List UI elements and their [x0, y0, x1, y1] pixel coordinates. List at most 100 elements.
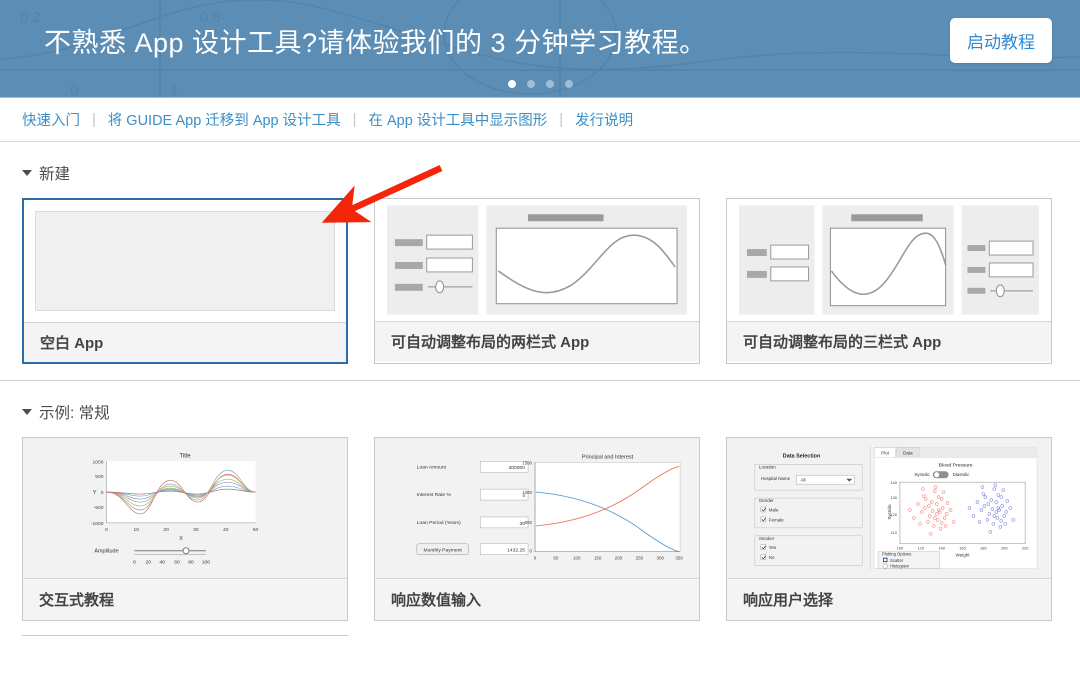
carousel-dot-3[interactable] [545, 80, 554, 88]
svg-text:Male: Male [769, 507, 779, 512]
template-card-two-column-app[interactable]: 可自动调整布局的两栏式 App [374, 198, 700, 364]
link-display-graphics[interactable]: 在 App 设计工具中显示图形 [368, 109, 547, 130]
template-label-three-column-app: 可自动调整布局的三栏式 App [727, 321, 1051, 361]
svg-text:200: 200 [615, 556, 623, 561]
caret-down-icon [22, 409, 32, 415]
svg-text:-1000: -1000 [91, 521, 104, 527]
svg-text:80: 80 [188, 560, 194, 566]
app-designer-start-page: 0.2 0.8 0 1 不熟悉 App 设计工具?请体验我们的 3 分钟学习教程… [0, 0, 1080, 641]
svg-text:1000: 1000 [92, 459, 103, 465]
examples-row: Title 1000 500 0 -500 -1000 0 10 20 30 4… [0, 437, 1080, 621]
svg-text:30: 30 [193, 527, 199, 533]
svg-text:Diastolic: Diastolic [953, 472, 971, 477]
svg-text:Systolic: Systolic [914, 472, 930, 477]
section-header-examples-general[interactable]: 示例: 常规 [0, 381, 1080, 437]
svg-text:Scatter: Scatter [890, 558, 904, 563]
section-header-new[interactable]: 新建 [0, 142, 1080, 198]
svg-text:Data Selection: Data Selection [783, 453, 821, 459]
svg-text:Hospital Name: Hospital Name [761, 476, 791, 481]
svg-text:0: 0 [133, 560, 136, 566]
section-title-examples-general: 示例: 常规 [39, 405, 110, 422]
selection-app-preview: Data Selection Location Hospital Name Al… [733, 444, 1045, 572]
svg-text:180: 180 [980, 546, 987, 551]
slider-label: Amplitude [94, 549, 118, 555]
link-migrate-guide-app[interactable]: 将 GUIDE App 迁移到 App 设计工具 [108, 109, 341, 130]
tutorial-app-preview: Title 1000 500 0 -500 -1000 0 10 20 30 4… [29, 444, 341, 572]
caret-down-icon [22, 170, 32, 176]
carousel-dot-4[interactable] [564, 80, 573, 88]
template-label-two-column-app: 可自动调整布局的两栏式 App [375, 321, 699, 361]
svg-text:Smoker: Smoker [759, 536, 775, 541]
svg-text:350: 350 [675, 556, 683, 561]
example-thumb-tutorial: Title 1000 500 0 -500 -1000 0 10 20 30 4… [23, 438, 347, 578]
svg-text:110: 110 [891, 530, 898, 535]
svg-text:50: 50 [253, 527, 259, 533]
svg-text:0: 0 [105, 527, 108, 533]
template-label-blank-app: 空白 App [24, 322, 346, 362]
svg-text:150: 150 [594, 556, 602, 561]
example-card-interactive-tutorial[interactable]: Title 1000 500 0 -500 -1000 0 10 20 30 4… [22, 437, 348, 621]
svg-text:20: 20 [163, 527, 169, 533]
svg-text:200: 200 [1001, 546, 1008, 551]
svg-text:Plotting Options: Plotting Options [882, 552, 911, 557]
svg-text:Blood Pressure: Blood Pressure [939, 462, 973, 468]
svg-text:All: All [801, 478, 806, 483]
example-label-numeric-input: 响应数值输入 [375, 578, 699, 620]
svg-text:Yes: Yes [769, 545, 777, 550]
svg-text:Loan Amount: Loan Amount [417, 464, 447, 470]
blank-canvas-placeholder [35, 211, 335, 311]
svg-text:50: 50 [553, 556, 558, 561]
template-card-blank-app[interactable]: 空白 App [22, 198, 348, 364]
svg-text:Gender: Gender [759, 498, 774, 503]
section-title-new: 新建 [39, 166, 71, 183]
example-label-interactive-tutorial: 交互式教程 [23, 578, 347, 620]
svg-text:0: 0 [101, 490, 104, 496]
svg-text:10: 10 [134, 527, 140, 533]
svg-text:130: 130 [890, 495, 897, 500]
link-release-notes[interactable]: 发行说明 [575, 109, 633, 130]
example-label-user-selection: 响应用户选择 [727, 578, 1051, 620]
svg-text:250: 250 [636, 556, 644, 561]
template-card-three-column-app[interactable]: 可自动调整布局的三栏式 App [726, 198, 1052, 364]
svg-text:160: 160 [959, 546, 966, 551]
svg-text:1000: 1000 [522, 490, 532, 495]
svg-text:Y: Y [93, 490, 97, 496]
example-card-numeric-input[interactable]: Loan Amount Interest Rate % Loan Period … [374, 437, 700, 621]
template-thumb-two-column [375, 199, 699, 321]
template-thumb-three-column [727, 199, 1051, 321]
svg-text:500: 500 [525, 520, 533, 525]
svg-text:Monthly Payment: Monthly Payment [423, 548, 462, 554]
svg-text:300000: 300000 [509, 465, 526, 471]
example-thumb-loan: Loan Amount Interest Rate % Loan Period … [375, 438, 699, 578]
svg-text:Location: Location [759, 464, 776, 469]
new-templates-row: 空白 App 可自动调整布局的两栏式 App 可自动调整布局的三栏式 App [0, 198, 1080, 364]
example-card-user-selection[interactable]: Data Selection Location Hospital Name Al… [726, 437, 1052, 621]
svg-text:No: No [769, 555, 775, 560]
three-column-layout-diagram [739, 205, 1039, 315]
example-thumb-selection: Data Selection Location Hospital Name Al… [727, 438, 1051, 578]
svg-text:Weight: Weight [956, 553, 971, 558]
quick-links-bar: 快速入门 | 将 GUIDE App 迁移到 App 设计工具 | 在 App … [0, 98, 1080, 142]
svg-text:1500: 1500 [522, 460, 532, 465]
svg-text:40: 40 [223, 527, 229, 533]
svg-text:X: X [179, 536, 183, 542]
carousel-dot-1[interactable] [507, 80, 516, 88]
svg-text:-500: -500 [94, 505, 104, 511]
link-separator: | [352, 111, 357, 128]
svg-text:100: 100 [897, 546, 904, 551]
svg-text:140: 140 [938, 546, 945, 551]
start-tutorial-button[interactable]: 启动教程 [950, 17, 1052, 63]
svg-text:Principal and Interest: Principal and Interest [582, 454, 634, 460]
svg-text:220: 220 [1022, 546, 1029, 551]
carousel-dots[interactable] [0, 80, 1080, 88]
svg-text:Loan Period (Years): Loan Period (Years) [417, 520, 461, 526]
svg-text:Data: Data [903, 450, 913, 455]
svg-text:300: 300 [656, 556, 664, 561]
link-getting-started[interactable]: 快速入门 [22, 109, 80, 130]
svg-text:120: 120 [917, 546, 924, 551]
svg-text:20: 20 [145, 560, 151, 566]
carousel-dot-2[interactable] [526, 80, 535, 88]
svg-text:1432.25: 1432.25 [507, 548, 525, 554]
svg-text:Histogram: Histogram [890, 564, 909, 569]
banner-title: 不熟悉 App 设计工具?请体验我们的 3 分钟学习教程。 [44, 27, 707, 58]
